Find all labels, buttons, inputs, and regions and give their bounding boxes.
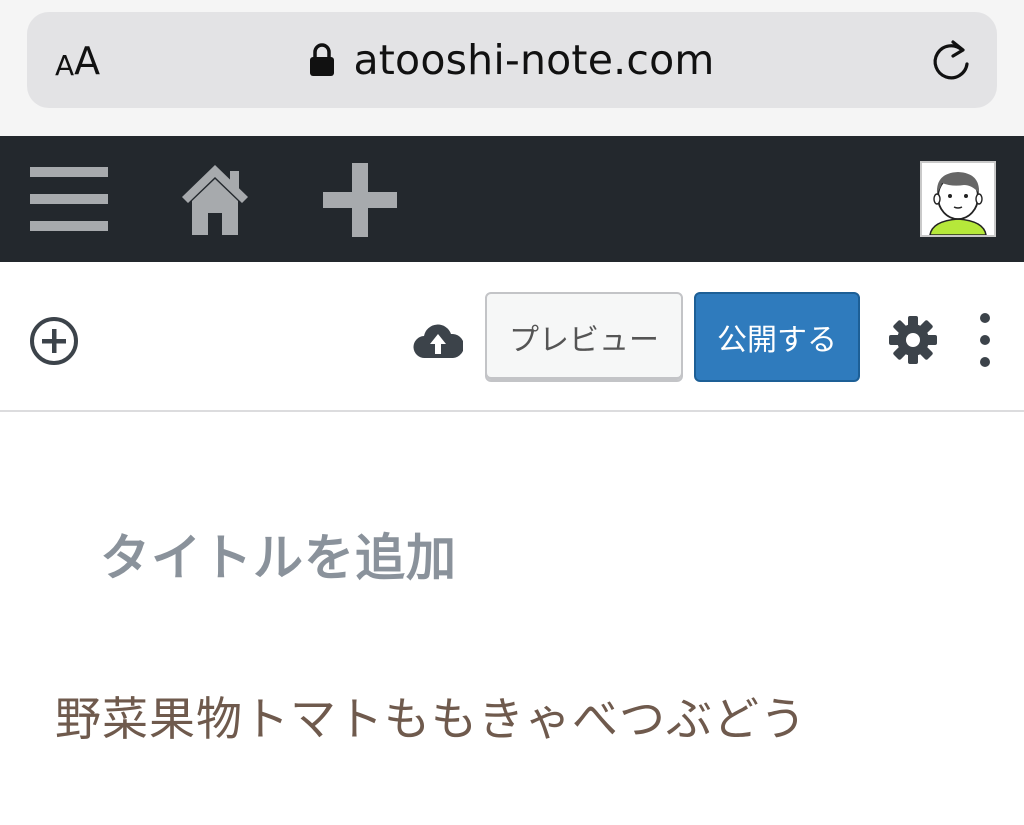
avatar[interactable] — [920, 161, 996, 237]
cloud-upload-icon[interactable] — [413, 320, 463, 360]
address-bar[interactable]: A A atooshi-note.com — [27, 12, 997, 108]
gear-icon[interactable] — [888, 315, 938, 365]
avatar-image — [922, 163, 994, 235]
browser-chrome: A A atooshi-note.com — [0, 0, 1024, 136]
wp-admin-bar — [0, 136, 1024, 262]
home-icon[interactable] — [180, 163, 250, 235]
lock-icon — [310, 43, 335, 76]
post-title-input[interactable]: タイトルを追加 — [100, 518, 457, 590]
reload-icon[interactable] — [925, 34, 977, 86]
publish-button[interactable]: 公開する — [694, 292, 860, 382]
preview-button[interactable]: プレビュー — [485, 292, 683, 382]
paragraph-block[interactable]: 野菜果物トマトももきゃべつぶどう — [55, 683, 807, 749]
more-vertical-icon[interactable] — [970, 310, 1000, 370]
add-block-icon[interactable] — [28, 315, 80, 367]
editor-header: プレビュー 公開する — [0, 262, 1024, 412]
plus-icon[interactable] — [323, 163, 397, 237]
menu-icon[interactable] — [30, 167, 108, 231]
url-text: atooshi-note.com — [353, 36, 715, 84]
url-display[interactable]: atooshi-note.com — [27, 34, 997, 86]
